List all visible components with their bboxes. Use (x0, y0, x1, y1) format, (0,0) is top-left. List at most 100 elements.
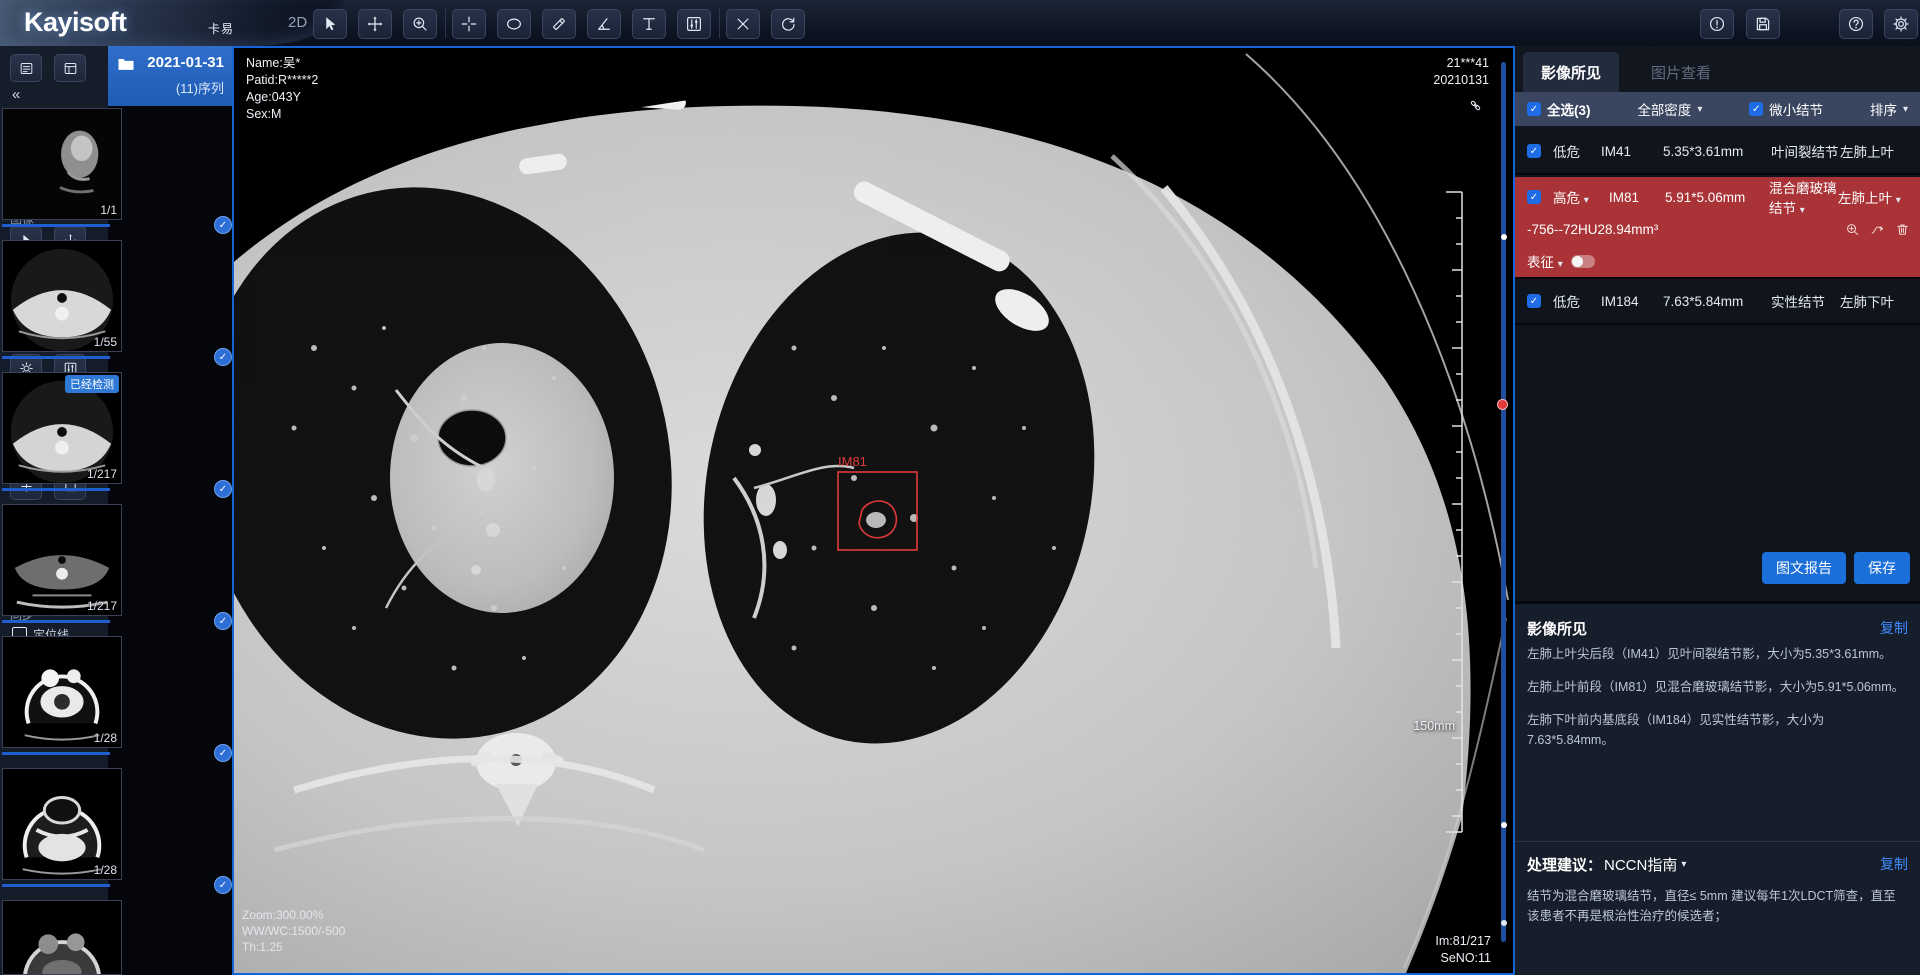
save-icon (1754, 15, 1772, 33)
report-alert-button[interactable] (1700, 9, 1734, 39)
thumbnail-scout[interactable]: 1/1 (2, 108, 122, 220)
toolbar-separator (719, 8, 720, 38)
series-number: SeNO:11 (1435, 950, 1491, 967)
series-thumbnail-column (108, 46, 232, 975)
help-icon (1847, 15, 1865, 33)
findings-title: 影像所见 (1527, 618, 1587, 639)
thumbnail-check-icon: ✓ (214, 612, 232, 630)
delete-annotation-button[interactable] (726, 9, 760, 39)
window-level-tool-button[interactable] (677, 9, 711, 39)
close-icon (734, 15, 752, 33)
nodule-marker-im41[interactable] (1501, 234, 1507, 240)
copy-findings-link[interactable]: 复制 (1880, 618, 1908, 638)
zoom-tool-button[interactable] (403, 9, 437, 39)
nodule-row-im41[interactable]: ✓ 低危 IM41 5.35*3.61mm 叶间裂结节 左肺上叶 (1515, 129, 1920, 175)
help-button[interactable] (1839, 9, 1873, 39)
series-list-button[interactable] (10, 54, 42, 82)
tab-findings[interactable]: 影像所见 (1523, 52, 1619, 92)
chevron-down-icon: ▾ (1697, 104, 1702, 115)
report-button[interactable]: 图文报告 (1762, 552, 1846, 584)
copy-advice-link[interactable]: 复制 (1880, 854, 1908, 874)
advice-text: 结节为混合磨玻璃结节，直径≤ 5mm 建议每年1次LDCT筛查，直至该患者不再是… (1527, 886, 1908, 926)
nodule-filter-bar: ✓ 全选(3) 全部密度 ▾ ✓ 微小结节 排序 ▾ (1515, 92, 1920, 126)
checkbox-checked[interactable]: ✓ (1527, 144, 1541, 158)
nodule-row-im81-selected[interactable]: ✓ 高危 ▾ IM81 5.91*5.06mm 混合磨玻璃结节 ▾ 左肺上叶 ▾… (1515, 177, 1920, 279)
window-level-icon (685, 15, 703, 33)
chevron-down-icon: ▾ (1800, 205, 1805, 216)
app-logo-suffix: 卡易 (208, 20, 234, 37)
nodule-marker-im81-selected[interactable] (1497, 399, 1508, 410)
finding-paragraph: 左肺上叶前段（IM81）见混合磨玻璃结节影，大小为5.91*5.06mm。 (1527, 677, 1908, 697)
save-image-button[interactable] (1746, 9, 1780, 39)
collapse-sidebar-button[interactable]: « (12, 86, 20, 103)
feature-toggle[interactable] (1571, 255, 1595, 268)
accession-number: 21***41 (1433, 55, 1489, 72)
series-header[interactable]: 2021-01-31 (11)序列 (108, 46, 232, 106)
thumbnail-series-4[interactable]: 1/217 (2, 504, 122, 616)
thumbnail-series-5[interactable]: 1/28 (2, 636, 122, 748)
slice-scrollbar[interactable] (1501, 62, 1506, 942)
track-nodule-button[interactable] (1870, 222, 1885, 237)
nodule-type: 叶间裂结节 (1771, 141, 1840, 161)
ellipse-tool-button[interactable] (497, 9, 531, 39)
panel-actions: 图文报告 保存 (1762, 552, 1910, 584)
image-index: Im:81/217 (1435, 933, 1491, 950)
save-button[interactable]: 保存 (1854, 552, 1910, 584)
settings-button[interactable] (1884, 9, 1918, 39)
delete-nodule-button[interactable] (1895, 222, 1910, 237)
text-tool-button[interactable] (632, 9, 666, 39)
thumbnail-series-7[interactable] (2, 900, 122, 975)
section-divider (1515, 841, 1920, 842)
checkbox-checked[interactable]: ✓ (1527, 294, 1541, 308)
nodule-marker-im184[interactable] (1501, 822, 1507, 828)
micro-nodule-option[interactable]: ✓ 微小结节 (1749, 99, 1823, 119)
checkbox-checked[interactable]: ✓ (1527, 102, 1541, 116)
feature-dropdown[interactable]: 表征 ▾ (1527, 251, 1563, 271)
checkbox-checked[interactable]: ✓ (1749, 102, 1763, 116)
patient-age: Age:043Y (246, 89, 318, 106)
tab-image-view[interactable]: 图片查看 (1633, 52, 1729, 92)
toolbar-separator (445, 8, 446, 38)
density-filter-label: 全部密度 (1637, 99, 1691, 119)
patient-name: Name:吴* (246, 55, 318, 72)
locate-nodule-button[interactable] (1845, 222, 1860, 237)
reset-view-button[interactable] (771, 9, 805, 39)
link-icon[interactable] (1468, 98, 1483, 113)
guideline-dropdown[interactable]: NCCN指南 ▾ (1604, 854, 1686, 875)
nodule-location-dropdown[interactable]: 左肺上叶 ▾ (1838, 187, 1916, 207)
chevron-down-icon: ▾ (1681, 859, 1686, 870)
advice-header: 处理建议： NCCN指南 ▾ (1527, 854, 1686, 875)
main-viewport[interactable]: IM81 Name:吴* Pat (232, 46, 1515, 975)
density-filter-dropdown[interactable]: 全部密度 ▾ (1637, 99, 1702, 119)
thumbnail-count: 1/217 (87, 599, 117, 613)
lung-ct-workstation: Kayisoft 卡易 2D « 序列布局 图像布局 图像 (0, 0, 1920, 975)
select-all-option[interactable]: ✓ 全选(3) (1527, 99, 1591, 119)
top-bar: Kayisoft 卡易 2D (0, 0, 1920, 46)
ruler-icon (550, 15, 568, 33)
pointer-tool-button[interactable] (313, 9, 347, 39)
thumbnail-series-6[interactable]: 1/28 (2, 768, 122, 880)
series-list-icon (19, 61, 34, 76)
angle-tool-button[interactable] (587, 9, 621, 39)
risk-level: 低危 (1553, 291, 1601, 311)
thumbnail-series-3-detected[interactable]: 已经检测 1/217 (2, 372, 122, 484)
patient-id: Patid:R*****2 (246, 72, 318, 89)
nodule-type-dropdown[interactable]: 混合磨玻璃结节 ▾ (1769, 177, 1838, 217)
risk-level-dropdown[interactable]: 高危 ▾ (1553, 187, 1609, 207)
finding-paragraph: 左肺下叶前内基底段（IM184）见实性结节影，大小为7.63*5.84mm。 (1527, 710, 1908, 750)
checkbox-checked[interactable]: ✓ (1527, 190, 1541, 204)
nodule-id: IM41 (1601, 144, 1663, 159)
nodule-row-im184[interactable]: ✓ 低危 IM184 7.63*5.84mm 实性结节 左肺下叶 (1515, 279, 1920, 325)
layout-panel-button[interactable] (54, 54, 86, 82)
alert-icon (1708, 15, 1726, 33)
thumbnail-count: 1/217 (87, 467, 117, 481)
chevron-down-icon: ▾ (1558, 259, 1563, 270)
pan-tool-button[interactable] (358, 9, 392, 39)
thumbnail-progress (2, 356, 110, 359)
gear-icon (1892, 15, 1910, 33)
select-all-label: 全选(3) (1547, 99, 1591, 119)
thumbnail-series-2[interactable]: 1/55 (2, 240, 122, 352)
crosshair-tool-button[interactable] (452, 9, 486, 39)
measure-tool-button[interactable] (542, 9, 576, 39)
sort-dropdown[interactable]: 排序 ▾ (1870, 99, 1908, 119)
